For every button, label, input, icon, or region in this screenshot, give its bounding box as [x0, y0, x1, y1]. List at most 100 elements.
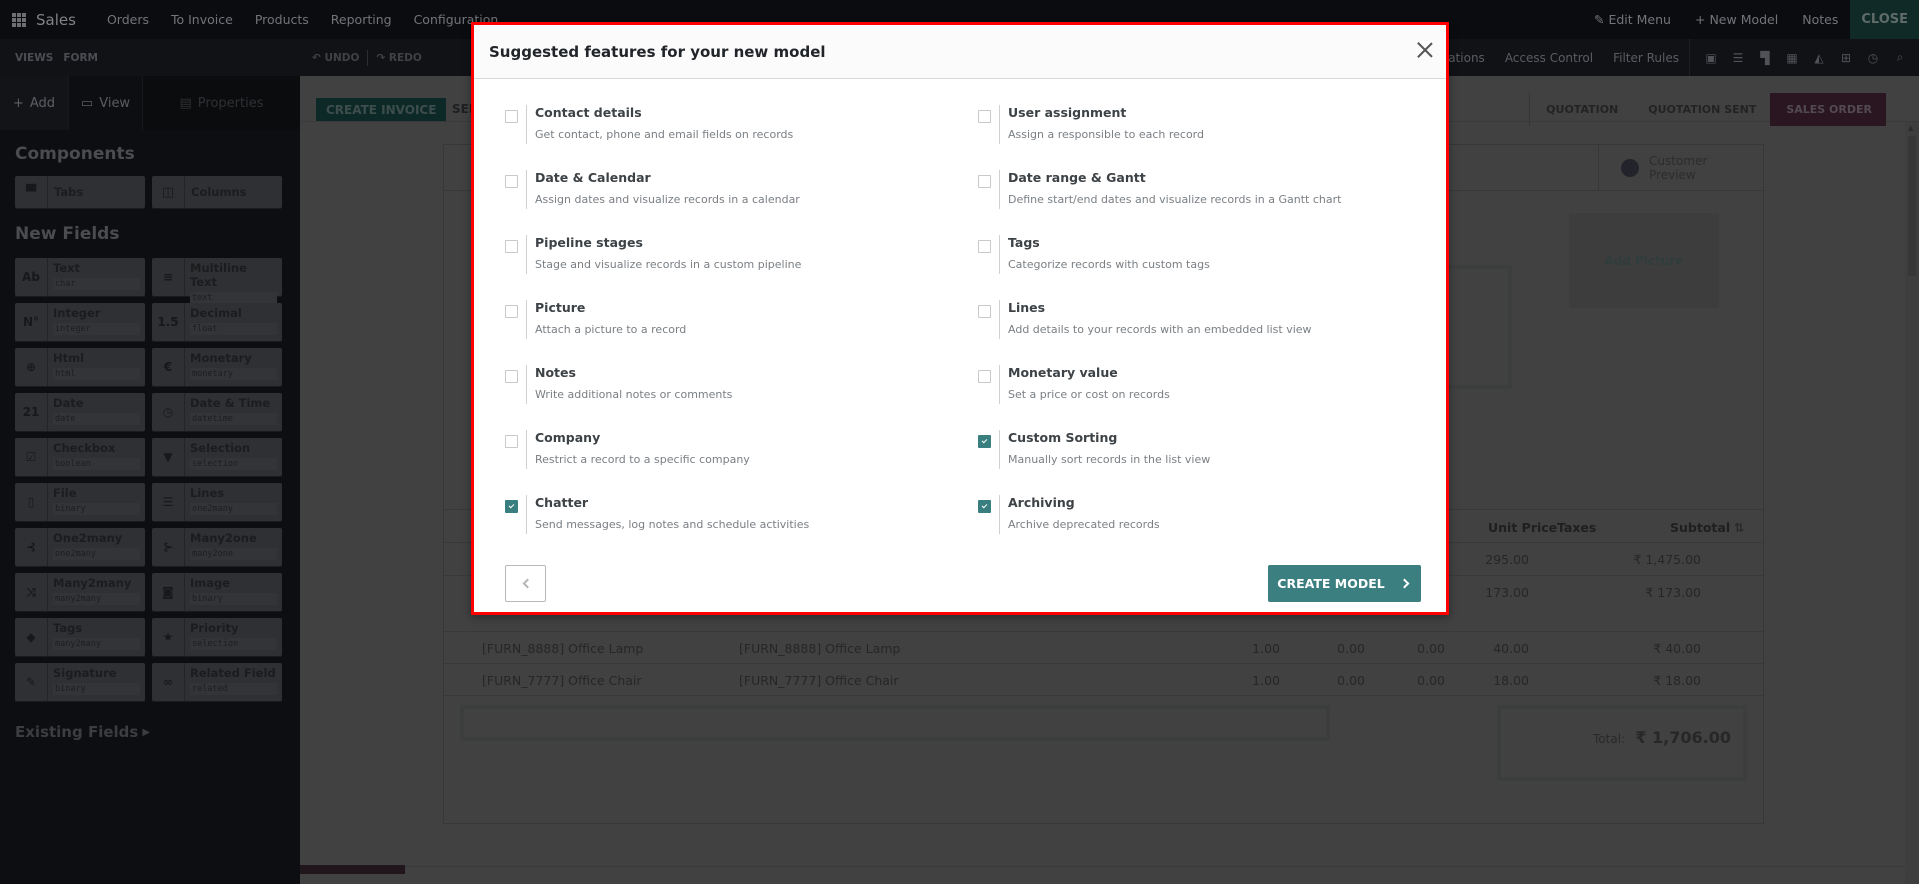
stage-quotation-sent[interactable]: QUOTATION SENT: [1632, 93, 1770, 126]
menu-products[interactable]: Products: [244, 12, 320, 27]
field-priority[interactable]: ★ Priority selection: [152, 618, 282, 656]
stage-sales-order[interactable]: SALES ORDER: [1770, 93, 1886, 126]
feature-checkbox[interactable]: [978, 305, 991, 318]
notes-button[interactable]: Notes: [1790, 12, 1850, 27]
form-view-icon[interactable]: ▣: [1704, 51, 1718, 65]
feature-checkbox[interactable]: [505, 240, 518, 253]
component-columns[interactable]: ◫ Columns: [152, 176, 282, 208]
field-date-time[interactable]: ◷ Date & Time datetime: [152, 393, 282, 431]
close-studio-button[interactable]: CLOSE: [1850, 0, 1919, 39]
search-view-icon[interactable]: ⌕: [1893, 50, 1907, 65]
apps-grid-icon[interactable]: [12, 12, 26, 27]
field-type-icon: ⊕: [15, 348, 48, 386]
activity-view-icon[interactable]: ◷: [1866, 51, 1880, 65]
filter-rules-link[interactable]: Filter Rules: [1603, 51, 1689, 65]
app-brand[interactable]: Sales: [36, 11, 76, 29]
list-view-icon[interactable]: ☰: [1731, 51, 1745, 65]
existing-fields-toggle[interactable]: Existing Fields ▶: [15, 723, 300, 741]
menu-orders[interactable]: Orders: [96, 12, 160, 27]
feature-name[interactable]: Archiving: [1008, 495, 1160, 511]
undo-button[interactable]: ↶ UNDO: [312, 52, 359, 64]
optional-columns-icon[interactable]: ⇅: [1734, 520, 1744, 535]
customer-preview-line1: Customer: [1649, 154, 1708, 168]
feature-name[interactable]: Picture: [535, 300, 686, 316]
field-monetary[interactable]: € Monetary monetary: [152, 348, 282, 386]
scroll-thumb[interactable]: [1908, 136, 1916, 276]
field-decimal[interactable]: 1.5 Decimal float: [152, 303, 282, 341]
feature-name[interactable]: Lines: [1008, 300, 1312, 316]
tab-properties[interactable]: ▤ Properties: [142, 76, 300, 130]
kanban-view-icon[interactable]: ▜: [1758, 51, 1772, 65]
feature-checkbox[interactable]: [978, 500, 991, 513]
vertical-scrollbar[interactable]: ▲: [1905, 122, 1919, 884]
field-tags[interactable]: ◆ Tags many2many: [15, 618, 145, 656]
feature-name[interactable]: Custom Sorting: [1008, 430, 1210, 446]
graph-view-icon[interactable]: ◭: [1812, 51, 1826, 65]
component-tabs[interactable]: ▀ Tabs: [15, 176, 145, 208]
edit-menu-button[interactable]: ✎ Edit Menu: [1582, 12, 1683, 27]
field-text[interactable]: Ab Text char: [15, 258, 145, 296]
field-many2one[interactable]: ⊱ Many2one many2one: [152, 528, 282, 566]
field-related-field[interactable]: ∞ Related Field related: [152, 663, 282, 701]
feature-checkbox[interactable]: [505, 435, 518, 448]
feature-checkbox[interactable]: [505, 110, 518, 123]
menu-reporting[interactable]: Reporting: [320, 12, 403, 27]
access-control-link[interactable]: Access Control: [1495, 51, 1603, 65]
back-button[interactable]: [505, 565, 546, 602]
feature-checkbox[interactable]: [505, 175, 518, 188]
status-bar: QUOTATION QUOTATION SENT SALES ORDER: [1529, 93, 1886, 126]
new-model-button[interactable]: + New Model: [1683, 12, 1790, 27]
feature-name[interactable]: Date & Calendar: [535, 170, 800, 186]
col-subtotal[interactable]: Subtotal: [1670, 520, 1730, 535]
feature-name[interactable]: Date range & Gantt: [1008, 170, 1341, 186]
feature-name[interactable]: Tags: [1008, 235, 1210, 251]
field-checkbox[interactable]: ☑ Checkbox boolean: [15, 438, 145, 476]
field-date[interactable]: 21 Date date: [15, 393, 145, 431]
calendar-view-icon[interactable]: ▦: [1785, 51, 1799, 65]
feature-name[interactable]: Chatter: [535, 495, 809, 511]
field-html[interactable]: ⊕ Html html: [15, 348, 145, 386]
field-one2many[interactable]: ⊰ One2many one2many: [15, 528, 145, 566]
tab-view[interactable]: ▭ View: [68, 76, 142, 130]
feature-checkbox[interactable]: [978, 175, 991, 188]
feature-checkbox[interactable]: [978, 435, 991, 448]
add-picture-button[interactable]: Add Picture: [1569, 213, 1719, 308]
feature-name[interactable]: Pipeline stages: [535, 235, 801, 251]
feature-name[interactable]: User assignment: [1008, 105, 1204, 121]
feature-name[interactable]: Contact details: [535, 105, 793, 121]
feature-checkbox[interactable]: [505, 500, 518, 513]
field-many2many[interactable]: ⤨ Many2many many2many: [15, 573, 145, 611]
breadcrumb: VIEWS FORM: [15, 52, 98, 64]
scroll-up-icon[interactable]: ▲: [1908, 124, 1913, 132]
field-multiline-text[interactable]: ≡ Multiline Text text: [152, 258, 282, 304]
create-model-button[interactable]: CREATE MODEL: [1268, 565, 1421, 602]
feature-checkbox[interactable]: [978, 240, 991, 253]
field-selection[interactable]: ▼ Selection selection: [152, 438, 282, 476]
breadcrumb-views[interactable]: VIEWS: [15, 52, 53, 64]
feature-checkbox[interactable]: [978, 110, 991, 123]
feature-checkbox[interactable]: [505, 370, 518, 383]
field-image[interactable]: ◙ Image binary: [152, 573, 282, 611]
menu-to-invoice[interactable]: To Invoice: [160, 12, 244, 27]
pivot-view-icon[interactable]: ⊞: [1839, 51, 1853, 65]
feature-name[interactable]: Notes: [535, 365, 732, 381]
close-icon[interactable]: [1414, 39, 1436, 61]
field-signature[interactable]: ✎ Signature binary: [15, 663, 145, 701]
order-line-row[interactable]: [FURN_7777] Office Chair [FURN_7777] Offi…: [444, 664, 1763, 696]
col-taxes[interactable]: Taxes: [1557, 520, 1596, 535]
col-unit-price[interactable]: Unit Price: [1488, 520, 1557, 535]
field-integer[interactable]: N° Integer integer: [15, 303, 145, 341]
terms-note-field[interactable]: [460, 705, 1330, 741]
feature-checkbox[interactable]: [505, 305, 518, 318]
field-lines[interactable]: ☰ Lines one2many: [152, 483, 282, 521]
create-invoice-button[interactable]: CREATE INVOICE: [316, 98, 447, 121]
order-line-row[interactable]: [FURN_8888] Office Lamp [FURN_8888] Offic…: [444, 632, 1763, 664]
feature-name[interactable]: Company: [535, 430, 750, 446]
feature-checkbox[interactable]: [978, 370, 991, 383]
stage-quotation[interactable]: QUOTATION: [1530, 93, 1632, 126]
redo-button[interactable]: ↷ REDO: [376, 52, 421, 64]
tab-add[interactable]: + Add: [0, 76, 68, 130]
field-file[interactable]: ▯ File binary: [15, 483, 145, 521]
feature-name[interactable]: Monetary value: [1008, 365, 1170, 381]
customer-preview-button[interactable]: Customer Preview: [1598, 145, 1763, 191]
